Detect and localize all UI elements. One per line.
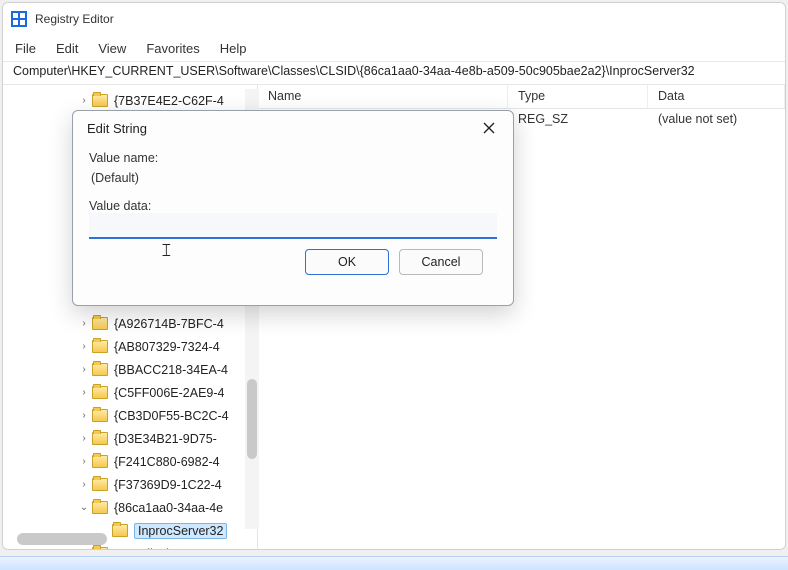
dialog-titlebar: Edit String <box>73 111 513 145</box>
tree-item-label: {F241C880-6982-4 <box>114 455 220 469</box>
dialog-buttons: OK Cancel <box>89 239 497 275</box>
tree-item-label: {86ca1aa0-34aa-4e <box>114 501 223 515</box>
tree-horizontal-scrollbar[interactable] <box>17 533 107 545</box>
chevron-down-icon[interactable]: ⌄ <box>78 502 90 514</box>
folder-icon <box>92 386 108 399</box>
chevron-right-icon[interactable]: › <box>78 341 90 353</box>
value-name-label: Value name: <box>89 151 497 165</box>
cancel-button[interactable]: Cancel <box>399 249 483 275</box>
folder-icon <box>92 340 108 353</box>
tree-item-label: InprocServer32 <box>134 523 227 539</box>
folder-icon <box>92 455 108 468</box>
tree-vertical-scrollbar-thumb[interactable] <box>247 379 257 459</box>
chevron-right-icon[interactable]: › <box>78 95 90 107</box>
folder-icon <box>92 363 108 376</box>
ok-button[interactable]: OK <box>305 249 389 275</box>
folder-icon <box>92 94 108 107</box>
tree-item[interactable]: › {D3E34B21-9D75- <box>3 427 257 450</box>
tree-item-label: {BBACC218-34EA-4 <box>114 363 228 377</box>
regedit-app-icon <box>11 11 27 27</box>
menu-view[interactable]: View <box>98 41 126 56</box>
value-name-readonly: (Default) <box>89 165 497 195</box>
chevron-right-icon[interactable]: › <box>78 364 90 376</box>
tree-item[interactable]: › {CB3D0F55-BC2C-4 <box>3 404 257 427</box>
tree-item-label: {7B37E4E2-C62F-4 <box>114 94 224 108</box>
close-icon <box>483 122 495 134</box>
tree-item[interactable]: › {7B37E4E2-C62F-4 <box>3 89 257 112</box>
tree-item[interactable]: › {F37369D9-1C22-4 <box>3 473 257 496</box>
tree-item-label: {C5FF006E-2AE9-4 <box>114 386 224 400</box>
folder-icon <box>92 501 108 514</box>
edit-string-dialog: Edit String Value name: (Default) Value … <box>72 110 514 306</box>
tree-item[interactable]: › {BBACC218-34EA-4 <box>3 358 257 381</box>
tree-item-label: {F37369D9-1C22-4 <box>114 478 222 492</box>
header-data[interactable]: Data <box>648 85 785 108</box>
value-data-input[interactable] <box>89 213 497 239</box>
menu-edit[interactable]: Edit <box>56 41 78 56</box>
folder-icon <box>92 317 108 330</box>
dialog-body: Value name: (Default) Value data: OK Can… <box>73 145 513 287</box>
chevron-right-icon[interactable]: › <box>78 318 90 330</box>
tree-item[interactable]: › {F241C880-6982-4 <box>3 450 257 473</box>
menu-favorites[interactable]: Favorites <box>146 41 199 56</box>
tree-item[interactable]: › {AB807329-7324-4 <box>3 335 257 358</box>
dialog-close-button[interactable] <box>475 114 503 142</box>
address-bar[interactable]: Computer\HKEY_CURRENT_USER\Software\Clas… <box>3 61 785 85</box>
chevron-right-icon[interactable]: › <box>78 433 90 445</box>
tree-item[interactable]: › {C5FF006E-2AE9-4 <box>3 381 257 404</box>
header-name[interactable]: Name <box>258 85 508 108</box>
value-type-cell: REG_SZ <box>508 109 648 131</box>
folder-icon <box>92 547 108 549</box>
chevron-right-icon[interactable]: › <box>78 387 90 399</box>
folder-icon <box>92 409 108 422</box>
window-title: Registry Editor <box>35 12 114 26</box>
chevron-right-icon[interactable]: › <box>78 456 90 468</box>
dialog-title: Edit String <box>87 121 147 136</box>
tree-item-label: com.clipchamp.app <box>114 547 222 550</box>
tree-item-label: {CB3D0F55-BC2C-4 <box>114 409 229 423</box>
titlebar: Registry Editor <box>3 3 785 35</box>
tree-item-label: {AB807329-7324-4 <box>114 340 220 354</box>
menu-help[interactable]: Help <box>220 41 247 56</box>
tree-item-label: {A926714B-7BFC-4 <box>114 317 224 331</box>
tree-item[interactable]: ⌄ {86ca1aa0-34aa-4e <box>3 496 257 519</box>
folder-icon <box>92 432 108 445</box>
values-header: Name Type Data <box>258 85 785 109</box>
header-type[interactable]: Type <box>508 85 648 108</box>
blank-icon <box>78 548 90 550</box>
menu-file[interactable]: File <box>15 41 36 56</box>
menubar: File Edit View Favorites Help <box>3 35 785 61</box>
value-data-label: Value data: <box>89 199 497 213</box>
chevron-right-icon[interactable]: › <box>78 410 90 422</box>
chevron-right-icon[interactable]: › <box>78 479 90 491</box>
value-data-cell: (value not set) <box>648 109 785 131</box>
folder-icon <box>112 524 128 537</box>
tree-item[interactable]: › {A926714B-7BFC-4 <box>3 312 257 335</box>
tree-item-label: {D3E34B21-9D75- <box>114 432 217 446</box>
folder-icon <box>92 478 108 491</box>
